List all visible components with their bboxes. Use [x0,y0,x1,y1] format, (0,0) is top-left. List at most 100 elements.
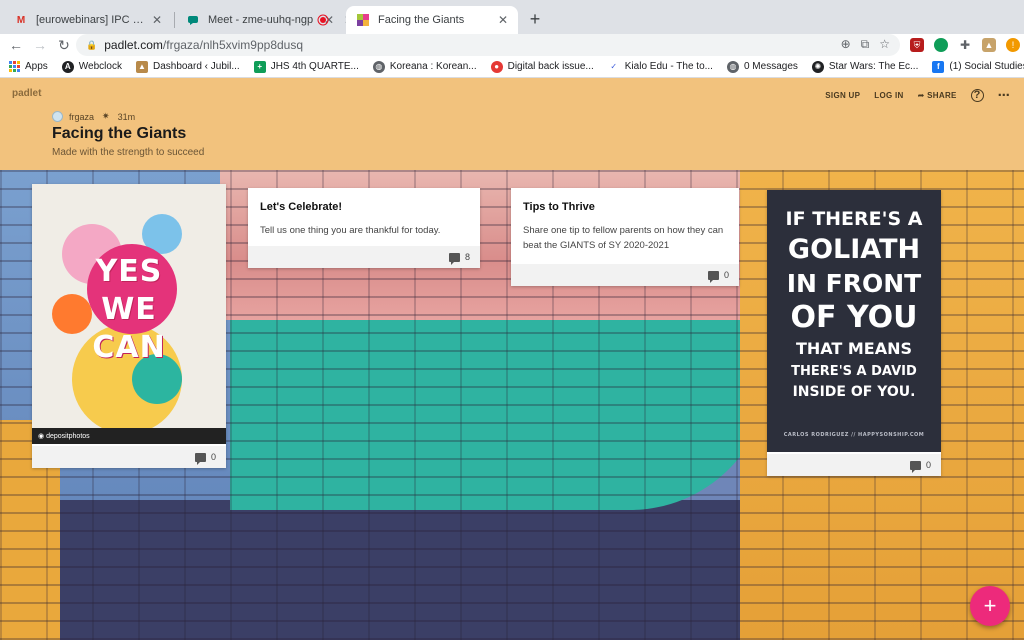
post-celebrate[interactable]: Let's Celebrate! Tell us one thing you a… [248,188,480,268]
translate-icon[interactable]: ⧉ [861,37,870,52]
forward-icon[interactable]: → [28,37,52,53]
back-icon[interactable]: ← [4,37,28,53]
bookmark-kialo[interactable]: ✓ Kialo Edu - The to... [608,61,713,73]
profile-extension-icon[interactable]: ▲ [982,38,996,52]
puzzle-icon[interactable]: ✚ [958,38,972,52]
meet-icon [186,13,200,27]
tab-title: Facing the Giants [378,14,465,26]
comment-count[interactable]: 8 [465,252,470,262]
url-host: padlet.com [104,38,163,52]
post-goliath[interactable]: IF THERE'S A GOLIATH IN FRONT OF YOU THA… [767,190,941,476]
help-icon[interactable]: ? [970,88,984,102]
log-in-button[interactable]: LOG IN [874,91,903,100]
starwars-icon: ✺ [811,60,824,73]
comment-icon[interactable] [707,270,719,283]
extensions: ⛨ ✚ ▲ ! [910,34,1020,56]
url-path: /frgaza/nlh5xvim9pp8dusq [162,38,304,52]
post-footer: 0 [32,446,226,468]
globe-icon: ◍ [372,60,385,73]
bookmark-social-studies[interactable]: f (1) Social Studies... [932,60,1024,73]
bookmark-label: Apps [25,61,48,72]
post-title: Let's Celebrate! [260,201,343,213]
bookmark-label: Koreana : Korean... [389,61,477,72]
recording-icon [316,13,330,27]
reload-icon[interactable]: ↻ [52,37,76,54]
add-post-button[interactable]: + [970,586,1010,626]
bookmark-label: 0 Messages [743,61,798,72]
page-title: Facing the Giants [52,125,187,142]
tab-separator [174,12,175,28]
comment-count[interactable]: 0 [211,452,216,462]
padlet-header: padlet SIGN UP LOG IN ➦ SHARE ? ⋯ frgaza… [0,78,1024,170]
bookmark-label: Webclock [78,61,122,72]
bookmark-label: JHS 4th QUARTE... [270,61,359,72]
dot-separator: ✷ [102,111,110,121]
shield-extension-icon[interactable]: ⛨ [910,38,924,52]
author-row: frgaza ✷ 31m [52,111,135,122]
globe-icon: ◍ [726,60,739,73]
close-icon[interactable]: ✕ [152,13,162,27]
facebook-icon: f [932,60,945,73]
bookmarks-bar: Apps A Webclock ▲ Dashboard ‹ Jubil... +… [0,56,1024,78]
padlet-icon [356,13,370,27]
post-footer: 0 [511,264,739,286]
bookmark-digital[interactable]: ● Digital back issue... [490,60,594,73]
star-icon[interactable]: ☆ [879,37,890,52]
tab-title: Meet - zme-uuhq-ngp [208,14,314,26]
sign-up-button[interactable]: SIGN UP [825,91,860,100]
comment-icon[interactable] [448,252,460,265]
padlet-logo[interactable]: padlet [12,88,41,99]
bookmark-starwars[interactable]: ✺ Star Wars: The Ec... [811,60,919,73]
share-label: SHARE [927,90,957,100]
bookmark-dashboard[interactable]: ▲ Dashboard ‹ Jubil... [135,60,240,73]
avatar[interactable] [52,111,63,122]
bookmark-koreana[interactable]: ◍ Koreana : Korean... [372,60,477,73]
post-footer: 8 [248,246,480,268]
bookmark-label: Star Wars: The Ec... [828,61,919,72]
tab-title: [eurowebinars] IPC WE CaN!! ... [36,14,146,26]
bookmark-messages[interactable]: ◍ 0 Messages [726,60,798,73]
tab-facing-the-giants[interactable]: Facing the Giants ✕ [346,6,518,34]
post-image-text: YES [95,254,163,289]
bookmark-apps[interactable]: Apps [8,61,48,73]
comment-count[interactable]: 0 [724,270,729,280]
apps-grid-icon [8,61,20,73]
tab-gmail[interactable]: M [eurowebinars] IPC WE CaN!! ... ✕ [4,6,172,34]
add-icon[interactable]: ⊕ [841,37,851,52]
post-image-text: CAN [92,330,166,365]
author-name[interactable]: frgaza [69,112,94,122]
dashboard-icon: ▲ [135,60,148,73]
poster-credit: CARLOS RODRIGUEZ // HAPPYSONSHIP.COM [783,432,925,438]
time-ago: 31m [117,111,136,122]
post-yes-we-can[interactable]: YES WE CAN ◉ depositphotos 0 [32,184,226,468]
poster-line: THAT MEANS [795,339,913,358]
webclock-icon: A [61,60,74,73]
bookmark-jhs[interactable]: + JHS 4th QUARTE... [253,60,359,73]
post-footer: 0 [767,454,941,476]
comment-icon[interactable] [909,460,921,473]
address-bar[interactable]: 🔒 padlet.com/frgaza/nlh5xvim9pp8dusq ⊕ ⧉… [76,34,900,56]
share-icon: ➦ [917,90,928,100]
post-body: Share one tip to fellow parents on how t… [523,225,724,251]
bookmark-label: Kialo Edu - The to... [624,61,713,72]
gmail-icon: M [16,14,26,26]
close-icon[interactable]: ✕ [498,13,508,27]
post-thrive[interactable]: Tips to Thrive Share one tip to fellow p… [511,188,739,286]
padlet-wall: YES WE CAN ◉ depositphotos 0 Let's Celeb… [0,170,1024,640]
more-icon[interactable]: ⋯ [998,88,1010,102]
tab-recording[interactable]: ✕ [306,6,346,34]
chat-extension-icon[interactable] [934,38,948,52]
poster-line: IF THERE'S A [785,208,923,230]
bookmark-webclock[interactable]: A Webclock [61,60,122,73]
watermark: ◉ depositphotos [32,428,226,444]
update-icon[interactable]: ! [1006,38,1020,52]
comment-count[interactable]: 0 [926,460,931,470]
watermark-text: depositphotos [46,432,90,440]
poster-line: OF YOU [790,300,918,335]
new-tab-button[interactable]: + [524,8,546,30]
comment-icon[interactable] [194,452,206,465]
tab-strip: M [eurowebinars] IPC WE CaN!! ... ✕ Meet… [0,0,1024,34]
share-button[interactable]: ➦ SHARE [918,91,957,100]
bookmark-label: (1) Social Studies... [949,61,1024,72]
poster-line: THERE'S A DAVID [791,364,917,379]
